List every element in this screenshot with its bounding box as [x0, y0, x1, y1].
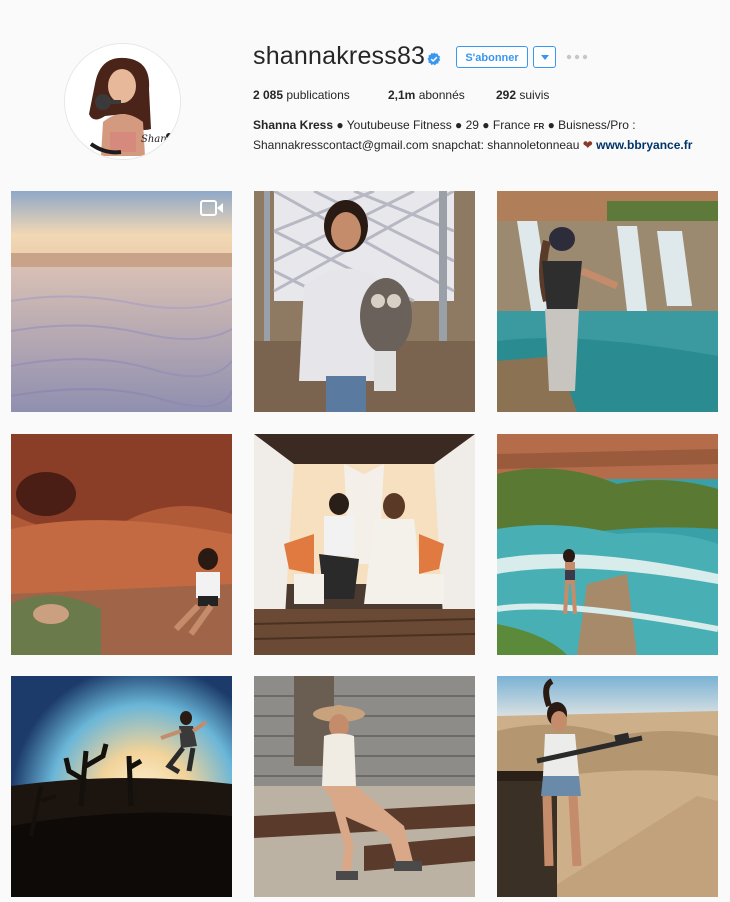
woman-in-cowboy-hat-on-bench-image — [254, 676, 475, 897]
bio-line1: ● Youtubeuse Fitness ● 29 ● France — [333, 118, 534, 132]
profile-avatar[interactable]: Shanna — [64, 43, 181, 160]
followers-stat[interactable]: 2,1m abonnés — [388, 88, 465, 102]
woman-at-turquoise-river-image — [497, 434, 718, 655]
avatar-signature: Shanna — [141, 134, 179, 145]
suggestions-dropdown-button[interactable] — [533, 46, 556, 68]
following-stat[interactable]: 292 suivis — [496, 88, 549, 102]
woman-with-rifle-in-desert-image — [497, 676, 718, 897]
following-count: 292 — [496, 88, 517, 102]
followers-count: 2,1m — [388, 88, 416, 102]
posts-stat: 2 085 publications — [253, 88, 350, 102]
woman-on-red-rocks-image — [11, 434, 232, 655]
post-thumbnail[interactable] — [254, 191, 475, 412]
flag-code: FR — [533, 122, 545, 131]
heart-icon: ❤ — [582, 138, 593, 152]
caret-down-icon — [540, 54, 549, 60]
post-thumbnail[interactable] — [11, 676, 232, 897]
woman-holding-owl-plush-image — [254, 191, 475, 412]
follow-button[interactable]: S'abonner — [456, 46, 528, 68]
verified-badge-icon — [427, 52, 441, 66]
post-thumbnail[interactable] — [497, 676, 718, 897]
woman-jumping-at-sunset-image — [11, 676, 232, 897]
bio-website-link[interactable]: www.bbryance.fr — [596, 138, 692, 152]
post-thumbnail[interactable] — [11, 434, 232, 655]
profile-bio: Shanna Kress ● Youtubeuse Fitness ● 29 ●… — [253, 116, 713, 155]
bio-line1-end: ● Buisness/Pro : — [544, 118, 636, 132]
bio-full-name: Shanna Kress — [253, 118, 334, 132]
post-thumbnail[interactable] — [497, 191, 718, 412]
woman-at-waterfall-image — [497, 191, 718, 412]
post-thumbnail[interactable] — [11, 191, 232, 412]
post-thumbnail[interactable] — [254, 676, 475, 897]
following-label: suivis — [519, 88, 550, 102]
bio-line2: Shannakresscontact@gmail.com snapchat: s… — [253, 138, 583, 152]
more-options-icon[interactable] — [565, 50, 589, 64]
posts-label: publications — [286, 88, 350, 102]
desert-sand-dunes-image — [11, 191, 232, 412]
followers-label: abonnés — [418, 88, 465, 102]
couple-dining-in-gazebo-image — [254, 434, 475, 655]
post-thumbnail[interactable] — [254, 434, 475, 655]
profile-username: shannakress83 — [253, 42, 426, 70]
posts-count: 2 085 — [253, 88, 284, 102]
video-icon — [200, 200, 223, 216]
post-thumbnail[interactable] — [497, 434, 718, 655]
